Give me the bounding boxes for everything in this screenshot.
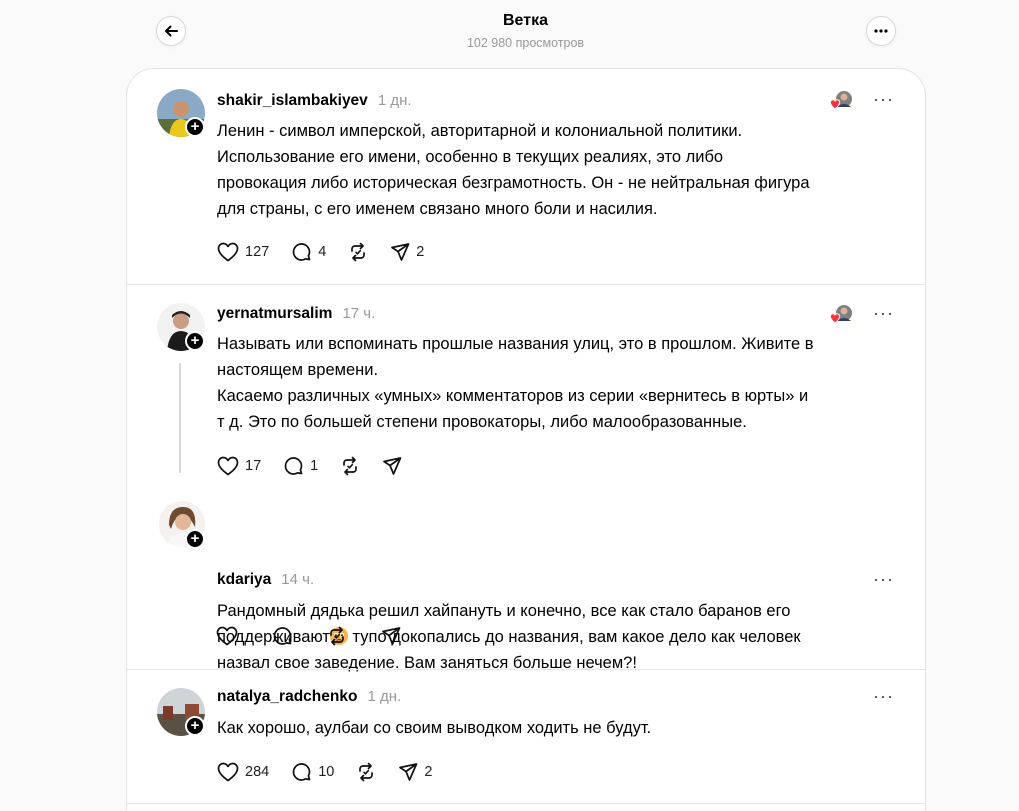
reply-count: 1 xyxy=(310,458,319,474)
heart-icon xyxy=(217,762,239,782)
post-more-button[interactable]: ··· xyxy=(873,303,894,324)
like-button[interactable] xyxy=(216,626,238,646)
heart-icon xyxy=(216,626,238,646)
post-actions: 284 10 2 xyxy=(217,760,454,784)
post: + yernatmursalim 17 ч. ··· Называть или … xyxy=(127,285,925,479)
post-more-button[interactable]: ··· xyxy=(873,686,894,707)
reply-button[interactable]: 1 xyxy=(283,456,318,477)
post-actions xyxy=(216,624,423,648)
post-text: Называть или вспоминать прошлые названия… xyxy=(217,335,814,431)
post-header: yernatmursalim 17 ч. xyxy=(217,305,375,325)
share-button[interactable]: 2 xyxy=(398,762,432,782)
like-button[interactable]: 284 xyxy=(217,762,269,782)
username[interactable]: shakir_islambakiyev xyxy=(217,92,368,110)
like-count: 127 xyxy=(245,244,270,260)
post-text: Ленин - символ имперской, авторитарной и… xyxy=(217,122,810,218)
post: + natalya_radchenko 1 дн. ··· Как хорошо… xyxy=(127,670,925,810)
like-button[interactable]: 17 xyxy=(217,456,261,476)
post-more-button[interactable]: ··· xyxy=(873,89,894,110)
post-more-button[interactable]: ··· xyxy=(873,569,894,590)
repost-icon xyxy=(343,456,358,476)
top-bar: Ветка 102 980 просмотров xyxy=(0,0,1019,68)
like-count: 17 xyxy=(245,458,262,474)
post-time[interactable]: 1 дн. xyxy=(367,688,401,705)
repost-button[interactable] xyxy=(348,242,368,262)
comment-icon xyxy=(292,762,311,781)
thread-connector xyxy=(179,363,181,473)
send-icon xyxy=(382,627,401,645)
heart-icon xyxy=(217,456,239,476)
username[interactable]: natalya_radchenko xyxy=(217,688,357,706)
post-header: shakir_islambakiyev 1 дн. xyxy=(217,92,412,112)
share-button[interactable] xyxy=(381,626,401,646)
repost-icon xyxy=(351,242,366,262)
post-time[interactable]: 17 ч. xyxy=(342,305,375,322)
username[interactable]: kdariya xyxy=(217,571,271,589)
thread-more-button[interactable] xyxy=(866,16,896,46)
post-actions: 17 1 xyxy=(217,454,424,478)
post-time[interactable]: 14 ч. xyxy=(281,571,314,588)
reply-button[interactable]: 10 xyxy=(291,762,334,783)
repost-button[interactable] xyxy=(356,762,376,782)
reply-button[interactable] xyxy=(272,626,293,647)
reply-count: 4 xyxy=(318,244,327,260)
comment-icon xyxy=(273,626,292,645)
thread-feed: + shakir_islambakiyev 1 дн. ··· Ленин - … xyxy=(126,68,926,811)
share-button[interactable] xyxy=(382,456,402,476)
repost-icon xyxy=(330,626,344,646)
comment-icon xyxy=(284,456,303,475)
share-count: 2 xyxy=(416,244,425,260)
follow-plus-icon[interactable]: + xyxy=(185,716,205,736)
send-icon xyxy=(383,457,402,475)
share-count: 2 xyxy=(424,764,433,780)
repost-icon xyxy=(359,762,374,782)
post-text: Как хорошо, аулбаи со своим выводком ход… xyxy=(217,719,652,737)
repost-button[interactable] xyxy=(327,626,347,646)
send-icon xyxy=(399,763,418,781)
follow-plus-icon[interactable]: + xyxy=(185,331,205,351)
liked-by-author-icon xyxy=(829,304,853,326)
like-button[interactable]: 127 xyxy=(217,242,269,262)
more-horizontal-icon xyxy=(874,29,888,33)
comment-icon xyxy=(292,242,311,261)
like-count: 284 xyxy=(245,764,270,780)
divider xyxy=(127,803,925,804)
post-header: natalya_radchenko 1 дн. xyxy=(217,688,401,708)
follow-plus-icon[interactable]: + xyxy=(185,529,205,549)
views-count: 102 980 просмотров xyxy=(466,36,585,50)
liked-by-author-icon xyxy=(829,90,853,112)
follow-plus-icon[interactable]: + xyxy=(185,117,205,137)
reply-count: 10 xyxy=(318,764,335,780)
reply-button[interactable]: 4 xyxy=(291,242,326,263)
share-button[interactable]: 2 xyxy=(390,242,424,262)
post-actions: 127 4 2 xyxy=(217,240,446,264)
post-header: kdariya 14 ч. xyxy=(217,571,314,591)
username[interactable]: yernatmursalim xyxy=(217,305,332,323)
post-time[interactable]: 1 дн. xyxy=(378,92,412,109)
heart-icon xyxy=(217,242,239,262)
post: + shakir_islambakiyev 1 дн. ··· Ленин - … xyxy=(127,69,925,284)
repost-button[interactable] xyxy=(340,456,360,476)
send-icon xyxy=(391,243,410,261)
